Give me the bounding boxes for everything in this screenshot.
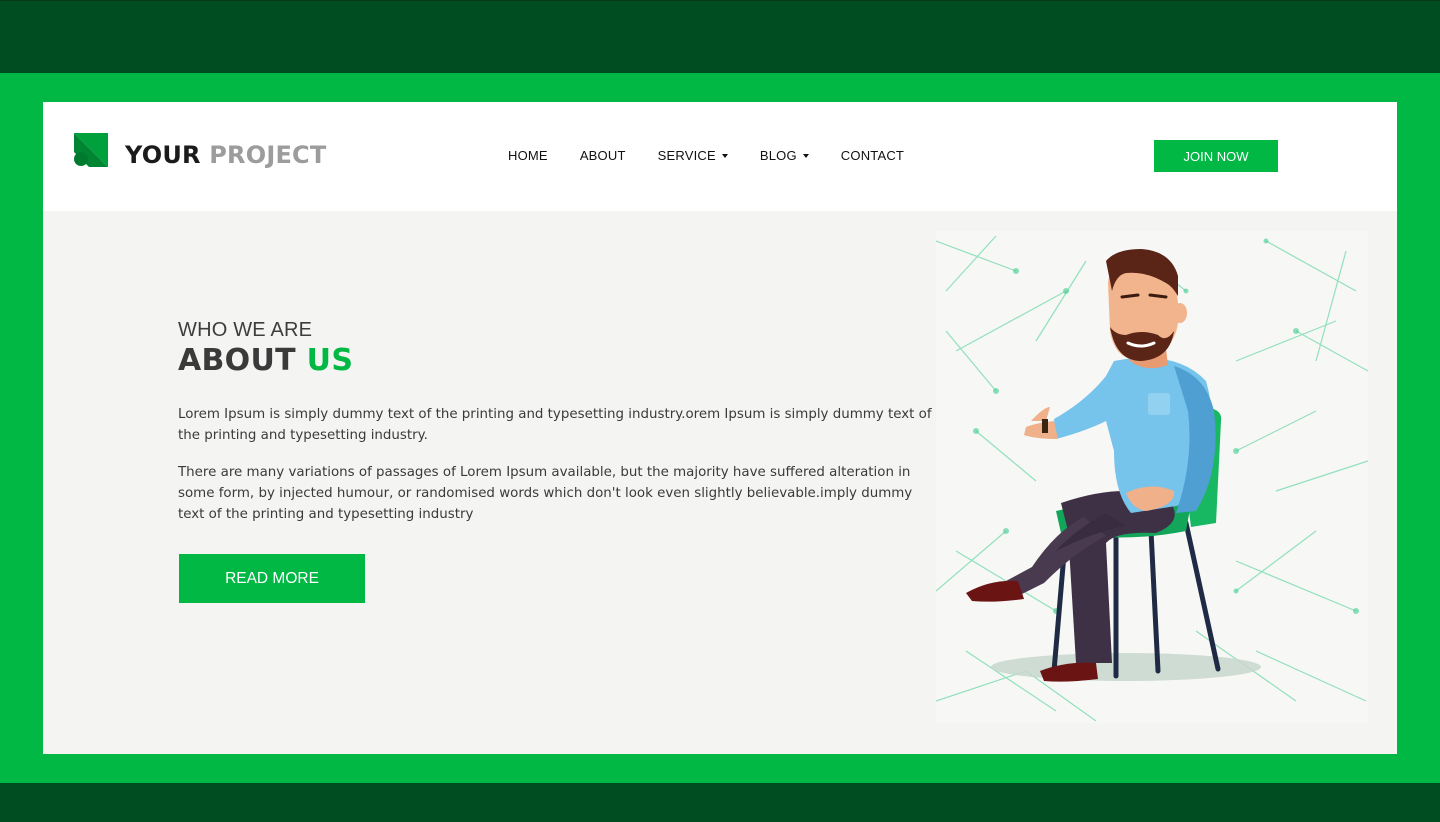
title-part-us: US [306,343,354,378]
nav-home-label: HOME [508,148,548,163]
about-paragraph-2: There are many variations of passages of… [178,465,913,522]
brand-word-project: PROJECT [209,141,327,169]
nav-blog-label: BLOG [759,148,797,163]
caret-down-icon [802,153,809,158]
section-subtitle: WHO WE ARE [178,319,313,341]
section-title: ABOUT US [178,346,938,376]
nav-service[interactable]: SERVICE [658,148,728,163]
man-on-chair-icon [935,235,1369,722]
brand-name: YOUR PROJECT [125,143,326,167]
brand-word-your: YOUR [125,141,201,169]
bottom-dark-band [0,783,1440,822]
caret-down-icon [721,153,728,158]
about-paragraph-1: Lorem Ipsum is simply dummy text of the … [178,407,932,443]
title-part-about: ABOUT [178,343,296,378]
nav-home[interactable]: HOME [508,148,548,163]
nav-blog[interactable]: BLOG [760,148,809,163]
nav-contact[interactable]: CONTACT [841,148,904,163]
about-illustration [935,231,1369,723]
nav-contact-label: CONTACT [840,148,905,163]
logo-mark-icon [74,133,108,167]
join-now-button[interactable]: JOIN NOW [1154,140,1278,172]
nav-about[interactable]: ABOUT [580,148,626,163]
brand-logo[interactable]: YOUR PROJECT [74,133,326,167]
nav-service-label: SERVICE [657,148,716,163]
about-section: WHO WE ARE ABOUT US Lorem Ipsum is simpl… [178,320,938,525]
read-more-button[interactable]: READ MORE [179,554,365,603]
page-frame: YOUR PROJECT HOME ABOUT SERVICE BLOG CON… [43,102,1397,754]
main-nav: HOME ABOUT SERVICE BLOG CONTACT [508,148,936,163]
site-header: YOUR PROJECT HOME ABOUT SERVICE BLOG CON… [43,102,1397,211]
nav-about-label: ABOUT [579,148,626,163]
top-dark-band [0,0,1440,73]
